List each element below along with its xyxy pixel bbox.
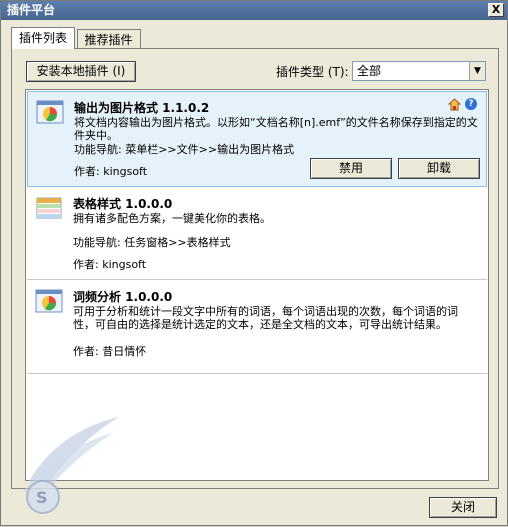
chart-document-icon [36,100,64,124]
watermark-logo: S [23,417,119,514]
plugin-nav: 功能导航: 任务窗格>>表格样式 [73,236,231,249]
plugin-author: 作者: 昔日情怀 [73,345,147,358]
title-bar: 插件平台 X [1,1,507,20]
plugin-name: 表格样式 1.0.0.0 [73,197,173,211]
plugin-item-export-image[interactable]: 输出为图片格式 1.1.0.2 ? 将文档内容输出为图片格式。以形如“文档名称[… [27,91,487,187]
install-local-plugin-button[interactable]: 安装本地插件 (I) [26,61,136,82]
uninstall-button[interactable]: 卸载 [398,158,480,179]
plugin-author: 作者: kingsoft [74,165,148,178]
tab-plugin-list[interactable]: 插件列表 [11,27,76,49]
plugin-name: 词频分析 1.0.0.0 [73,290,173,304]
plugin-item-table-style[interactable]: 表格样式 1.0.0.0 拥有诸多配色方案，一键美化你的表格。 功能导航: 任务… [27,188,487,280]
plugin-name: 输出为图片格式 1.1.0.2 [74,101,210,115]
plugin-item-word-frequency[interactable]: 词频分析 1.0.0.0 可用于分析和统计一段文字中所有的词语，每个词语出现的次… [27,281,487,374]
plugin-description: 拥有诸多配色方案，一键美化你的表格。 [73,212,271,225]
svg-text:S: S [36,488,48,507]
table-style-icon [36,197,62,219]
plugin-type-value: 全部 [357,64,382,78]
tab-bar: 插件列表 推荐插件 [11,27,141,49]
plugin-description: 将文档内容输出为图片格式。以形如“文档名称[n].emf”的文件名称保存到指定的… [74,116,478,142]
plugin-description: 可用于分析和统计一段文字中所有的词语，每个词语出现的次数，每个词语的词性，可自由… [73,305,458,331]
plugin-author: 作者: kingsoft [73,258,147,271]
disable-button[interactable]: 禁用 [310,158,392,179]
close-button[interactable]: 关闭 [429,497,497,518]
window-close-button[interactable]: X [488,3,504,17]
home-icon[interactable] [448,98,461,111]
chevron-down-icon[interactable]: ▼ [469,62,485,80]
help-icon[interactable]: ? [465,98,477,110]
plugin-platform-window: 插件平台 X 插件列表 推荐插件 安装本地插件 (I) 插件类型 (T): 全部… [0,0,508,526]
plugin-type-select[interactable]: 全部 ▼ [352,61,486,81]
window-title: 插件平台 [7,3,56,17]
chart-document-icon [35,289,63,313]
plugin-nav: 功能导航: 菜单栏>>文件>>输出为图片格式 [74,143,295,156]
tab-recommended-plugins[interactable]: 推荐插件 [76,29,141,49]
plugin-type-label: 插件类型 (T): [276,65,349,79]
